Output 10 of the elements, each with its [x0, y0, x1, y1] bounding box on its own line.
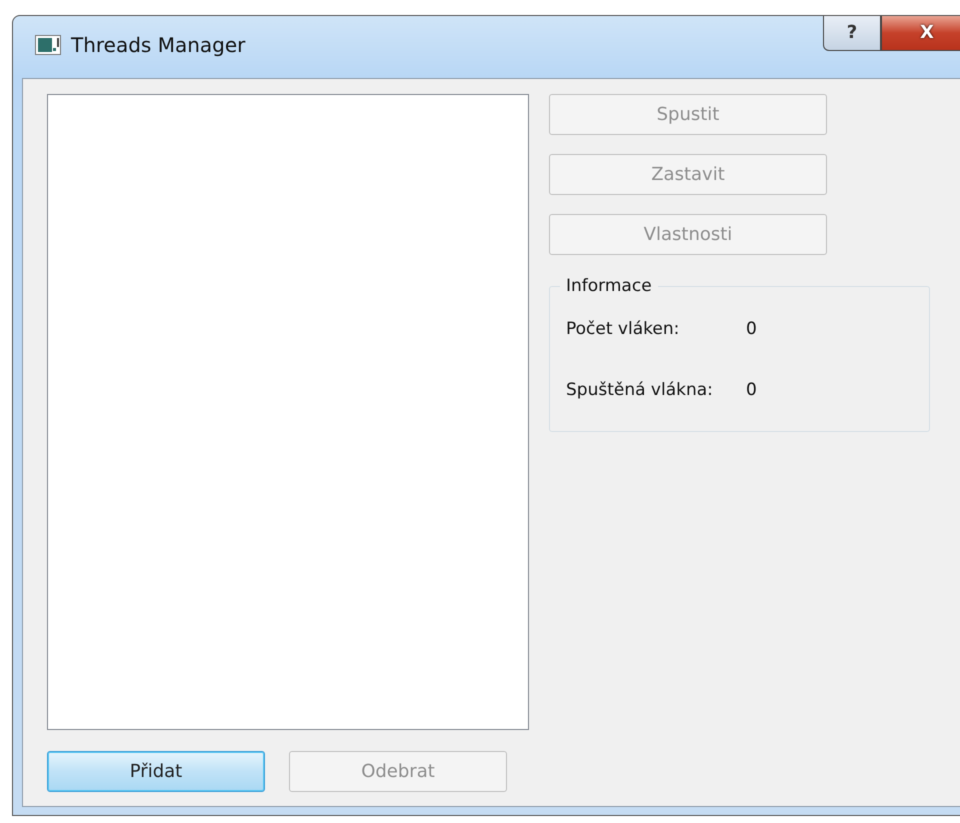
- window-title: Threads Manager: [71, 32, 246, 59]
- app-icon: [35, 35, 61, 55]
- thread-list[interactable]: [47, 94, 529, 730]
- close-button[interactable]: X: [881, 16, 960, 51]
- info-label: Spuštěná vlákna:: [566, 378, 714, 402]
- help-button[interactable]: ?: [823, 16, 881, 51]
- action-button[interactable]: Přidat: [47, 751, 265, 792]
- info-label: Počet vláken:: [566, 318, 680, 341]
- info-value: 0: [746, 318, 757, 341]
- info-value: 0: [746, 378, 757, 402]
